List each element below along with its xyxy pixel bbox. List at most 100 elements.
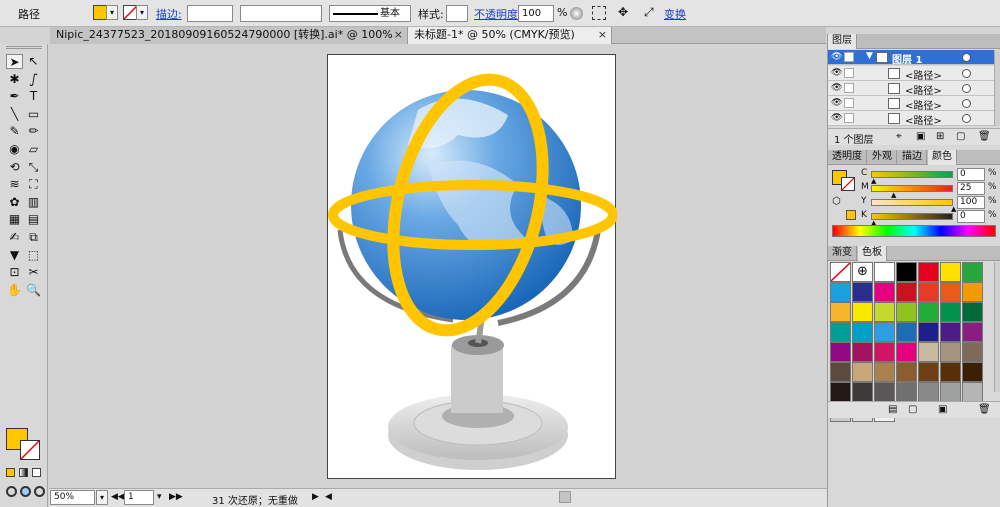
layer-name[interactable]: 图层 1 <box>892 51 922 66</box>
color-swatch[interactable] <box>896 322 917 342</box>
color-swatch[interactable] <box>918 302 939 322</box>
color-swatch[interactable] <box>874 282 895 302</box>
clip-mask-icon[interactable]: ▣ <box>916 131 925 142</box>
magic-wand-tool-icon[interactable]: ✱ <box>6 72 23 87</box>
color-swatch[interactable] <box>896 302 917 322</box>
color-swatch[interactable] <box>940 282 961 302</box>
color-slider-c[interactable]: C ▲ 0% <box>858 168 998 185</box>
color-swatch[interactable] <box>940 322 961 342</box>
recolor-icon[interactable] <box>570 7 583 20</box>
color-swatch[interactable] <box>896 342 917 362</box>
tab-untitled-document[interactable]: 未标题-1* @ 50% (CMYK/预览) × <box>408 27 612 44</box>
color-swatch[interactable] <box>874 262 895 282</box>
target-icon[interactable] <box>962 69 971 78</box>
free-transform-tool-icon[interactable]: ⛶ <box>25 177 42 192</box>
lock-toggle[interactable] <box>844 98 854 108</box>
color-swatch[interactable] <box>874 362 895 382</box>
tab-swatches[interactable]: 色板 <box>858 246 887 261</box>
color-swatch[interactable] <box>918 362 939 382</box>
locate-object-icon[interactable]: ⌖ <box>896 131 902 142</box>
color-swatch[interactable] <box>962 262 983 282</box>
eye-icon[interactable]: 👁 <box>831 68 842 78</box>
lock-toggle[interactable] <box>844 52 854 62</box>
direct-selection-tool-icon[interactable]: ↖ <box>25 54 42 69</box>
target-icon[interactable] <box>962 53 971 62</box>
stroke-dropdown[interactable]: ▾ <box>136 5 148 20</box>
tab-nipic-document[interactable]: Nipic_24377523_20180909160524790000 [转换]… <box>50 27 408 57</box>
lasso-tool-icon[interactable]: ഽ <box>25 72 42 87</box>
stroke-color-box[interactable] <box>20 440 40 460</box>
opacity-link[interactable]: 不透明度: <box>474 6 522 22</box>
color-swatch[interactable] <box>830 282 851 302</box>
tab-layers[interactable]: 图层 <box>828 34 857 49</box>
eye-icon[interactable]: 👁 <box>831 113 842 123</box>
eyedropper-tool-icon[interactable]: ✍ <box>6 230 23 245</box>
opacity-field[interactable]: 100 <box>518 5 554 22</box>
variable-width-profile[interactable] <box>240 5 322 22</box>
expand-arrow-icon[interactable]: ▼ <box>866 51 873 61</box>
gradient-tool-icon[interactable]: ▤ <box>25 212 42 227</box>
close-icon[interactable]: × <box>394 27 403 43</box>
color-spectrum-bar[interactable] <box>832 225 996 237</box>
tab-stroke[interactable]: 描边 <box>898 150 927 165</box>
layer-row[interactable]: 👁 ▼ 图层 1 <box>828 50 994 66</box>
style-picker[interactable] <box>446 5 468 22</box>
color-swatch[interactable] <box>918 322 939 342</box>
status-menu-arrow[interactable]: ▶ <box>312 492 319 502</box>
color-swatch[interactable] <box>940 302 961 322</box>
color-swatch[interactable] <box>852 342 873 362</box>
close-icon[interactable]: × <box>598 27 607 43</box>
first-artboard-icon[interactable]: ◀◀ <box>111 492 125 502</box>
color-swatch[interactable] <box>940 382 961 402</box>
layers-scrollbar[interactable] <box>994 50 1000 126</box>
new-sublayer-icon[interactable]: ⊞ <box>936 131 944 142</box>
none-mode-icon[interactable] <box>32 468 41 477</box>
tab-gradient[interactable]: 渐变 <box>828 246 857 261</box>
live-paint-bucket-tool-icon[interactable]: ▼ <box>6 248 23 263</box>
color-swatch[interactable] <box>852 322 873 342</box>
eraser-tool-icon[interactable]: ▱ <box>25 142 42 157</box>
lock-toggle[interactable] <box>844 83 854 93</box>
registration-swatch[interactable]: ⊕ <box>852 262 873 282</box>
artboard-dropdown[interactable]: ▾ <box>157 492 162 502</box>
swatches-scrollbar[interactable] <box>994 262 1000 392</box>
swatch-options-icon[interactable]: ▤ <box>888 404 897 415</box>
path-name[interactable]: <路径> <box>905 67 942 82</box>
crop-tool-icon[interactable]: ⊡ <box>6 265 23 280</box>
color-swatch[interactable] <box>918 382 939 402</box>
zoom-field[interactable]: 50% <box>50 490 95 505</box>
new-swatch-icon[interactable]: ▣ <box>938 404 947 415</box>
artboard-field[interactable]: 1 <box>124 490 154 505</box>
eye-icon[interactable]: 👁 <box>831 52 842 62</box>
symbol-sprayer-tool-icon[interactable]: ✿ <box>6 195 23 210</box>
tab-appearance[interactable]: 外观 <box>868 150 897 165</box>
tab-color[interactable]: 颜色 <box>928 150 957 165</box>
layer-row[interactable]: 👁 <路径> <box>828 81 994 97</box>
pen-tool-icon[interactable]: ✒ <box>6 89 23 104</box>
color-swatch[interactable] <box>852 382 873 402</box>
blend-tool-icon[interactable]: ⧉ <box>25 230 42 245</box>
rectangle-tool-icon[interactable]: ▭ <box>25 107 42 122</box>
hand-tool-icon[interactable]: ✋ <box>6 283 23 298</box>
color-swatch[interactable] <box>896 382 917 402</box>
color-slider-y[interactable]: Y ▲ 100% <box>858 196 998 213</box>
draw-normal-icon[interactable] <box>6 486 17 497</box>
color-swatch[interactable] <box>852 362 873 382</box>
path-name[interactable]: <路径> <box>905 112 942 127</box>
horizontal-scroll-thumb[interactable] <box>559 491 571 503</box>
selection-tool-icon[interactable]: ➤ <box>6 54 23 69</box>
color-swatch[interactable] <box>918 342 939 362</box>
color-swatch[interactable] <box>852 282 873 302</box>
color-swatch[interactable] <box>874 302 895 322</box>
out-of-gamut-icon[interactable]: ⬡ <box>832 196 841 207</box>
brush-definition[interactable]: 基本 <box>329 5 411 22</box>
tab-transparency[interactable]: 透明度 <box>828 150 867 165</box>
artboard[interactable] <box>327 54 618 479</box>
rotate-tool-icon[interactable]: ⟲ <box>6 160 23 175</box>
zoom-tool-icon[interactable]: 🔍 <box>25 283 42 298</box>
color-swatch[interactable] <box>830 382 851 402</box>
fill-dropdown[interactable]: ▾ <box>106 5 118 20</box>
color-swatch[interactable] <box>874 382 895 402</box>
align-icon[interactable] <box>592 6 606 20</box>
line-tool-icon[interactable]: ╲ <box>6 107 23 122</box>
